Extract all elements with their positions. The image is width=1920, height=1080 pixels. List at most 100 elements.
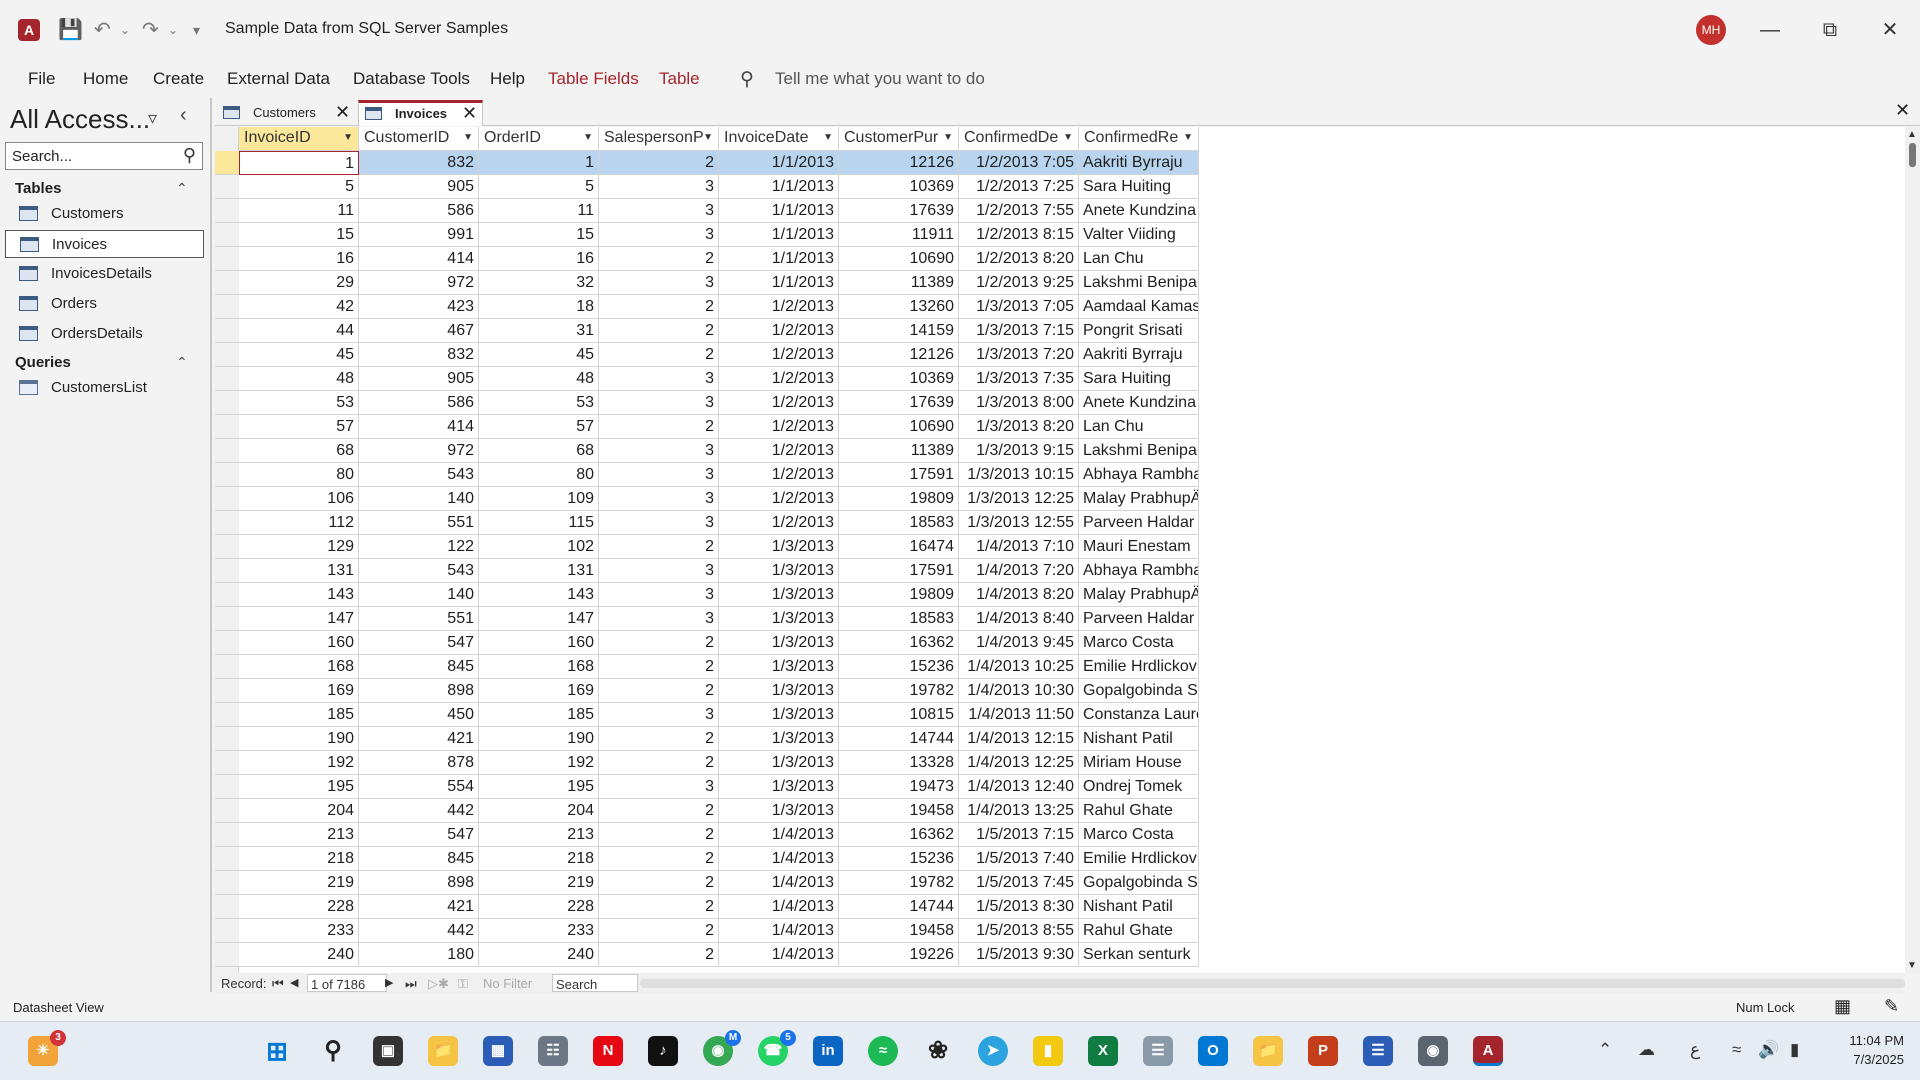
table-cell[interactable]: 421 xyxy=(359,727,479,751)
table-cell[interactable]: 12126 xyxy=(839,151,959,175)
record-selector[interactable] xyxy=(215,223,239,247)
column-dropdown-icon[interactable]: ▼ xyxy=(943,132,953,143)
telegram-icon[interactable]: ➤ xyxy=(978,1036,1008,1066)
table-cell[interactable]: 1/1/2013 xyxy=(719,151,839,175)
table-cell[interactable]: 1/3/2013 7:20 xyxy=(959,343,1079,367)
record-selector[interactable] xyxy=(215,775,239,799)
table-cell[interactable]: 1/3/2013 xyxy=(719,679,839,703)
table-cell[interactable]: 233 xyxy=(239,919,359,943)
table-cell[interactable]: 204 xyxy=(239,799,359,823)
table-cell[interactable]: 169 xyxy=(479,679,599,703)
record-selector[interactable] xyxy=(215,511,239,535)
table-cell[interactable]: 1 xyxy=(479,151,599,175)
previous-record-icon[interactable]: ◀ xyxy=(290,976,298,989)
table-cell[interactable]: 109 xyxy=(479,487,599,511)
table-cell[interactable]: 11389 xyxy=(839,439,959,463)
table-cell[interactable]: 2 xyxy=(599,751,719,775)
table-cell[interactable]: 3 xyxy=(599,367,719,391)
table-cell[interactable]: Rahul Ghate xyxy=(1079,799,1199,823)
table-cell[interactable]: 80 xyxy=(479,463,599,487)
table-cell[interactable]: 168 xyxy=(479,655,599,679)
record-selector[interactable] xyxy=(215,319,239,343)
wifi-icon[interactable]: ≈ xyxy=(1732,1040,1741,1060)
record-selector[interactable] xyxy=(215,871,239,895)
table-cell[interactable]: 1/2/2013 9:25 xyxy=(959,271,1079,295)
table-cell[interactable]: Nishant Patil xyxy=(1079,895,1199,919)
store-icon[interactable]: ▦ xyxy=(483,1036,513,1066)
table-cell[interactable]: 1/4/2013 7:20 xyxy=(959,559,1079,583)
table-cell[interactable]: 195 xyxy=(239,775,359,799)
table-cell[interactable]: 11 xyxy=(479,199,599,223)
last-record-icon[interactable]: ⏭ xyxy=(405,976,417,992)
table-cell[interactable]: 991 xyxy=(359,223,479,247)
table-cell[interactable]: 240 xyxy=(239,943,359,967)
table-cell[interactable]: 1/2/2013 7:05 xyxy=(959,151,1079,175)
table-cell[interactable]: 17591 xyxy=(839,559,959,583)
table-cell[interactable]: 13328 xyxy=(839,751,959,775)
table-cell[interactable]: 2 xyxy=(599,943,719,967)
ribbon-tab-home[interactable]: Home xyxy=(83,69,128,89)
table-cell[interactable]: 240 xyxy=(479,943,599,967)
table-cell[interactable]: 1/4/2013 10:25 xyxy=(959,655,1079,679)
table-cell[interactable]: 2 xyxy=(599,151,719,175)
customize-qat-icon[interactable]: ▾ xyxy=(193,18,200,42)
table-cell[interactable]: 131 xyxy=(479,559,599,583)
table-cell[interactable]: 3 xyxy=(599,271,719,295)
table-cell[interactable]: Sara Huiting xyxy=(1079,367,1199,391)
camera-icon[interactable]: ◉ xyxy=(1418,1036,1448,1066)
battery-icon[interactable]: ▮ xyxy=(1790,1040,1799,1060)
table-cell[interactable]: 213 xyxy=(239,823,359,847)
col-invoicedate-header[interactable]: InvoiceDate ▼ xyxy=(719,127,839,151)
nav-item-customerslist[interactable]: CustomersList xyxy=(5,374,204,402)
table-cell[interactable]: 48 xyxy=(239,367,359,391)
table-cell[interactable]: 190 xyxy=(239,727,359,751)
table-cell[interactable]: 1/4/2013 xyxy=(719,847,839,871)
user-avatar[interactable]: MH xyxy=(1696,15,1726,45)
table-cell[interactable]: 45 xyxy=(239,343,359,367)
table-cell[interactable]: 2 xyxy=(599,319,719,343)
table-cell[interactable]: 19458 xyxy=(839,919,959,943)
table-cell[interactable]: Mauri Enestam xyxy=(1079,535,1199,559)
nav-item-orders[interactable]: Orders xyxy=(5,290,204,318)
table-cell[interactable]: 1/5/2013 7:15 xyxy=(959,823,1079,847)
table-cell[interactable]: 228 xyxy=(479,895,599,919)
table-cell[interactable]: Valter Viiding xyxy=(1079,223,1199,247)
table-cell[interactable]: 19458 xyxy=(839,799,959,823)
redo-dropdown-icon[interactable]: ⌄ xyxy=(168,18,178,42)
record-selector[interactable] xyxy=(215,943,239,967)
table-cell[interactable]: Anete Kundzina xyxy=(1079,199,1199,223)
table-cell[interactable]: 45 xyxy=(479,343,599,367)
table-cell[interactable]: 18 xyxy=(479,295,599,319)
table-cell[interactable]: 3 xyxy=(599,775,719,799)
table-cell[interactable]: 218 xyxy=(479,847,599,871)
table-cell[interactable]: 551 xyxy=(359,511,479,535)
table-cell[interactable]: 10369 xyxy=(839,367,959,391)
new-record-icon[interactable]: ▷✱ xyxy=(428,976,449,992)
search-icon[interactable]: ⚲ xyxy=(183,145,196,166)
table-cell[interactable]: 219 xyxy=(239,871,359,895)
table-cell[interactable]: 12126 xyxy=(839,343,959,367)
nav-item-ordersdetails[interactable]: OrdersDetails xyxy=(5,320,204,348)
table-cell[interactable]: Aakriti Byrraju xyxy=(1079,343,1199,367)
collapse-queries-icon[interactable]: ⌃ xyxy=(176,354,188,371)
nav-pane-menu-icon[interactable]: ▿ xyxy=(148,108,157,129)
table-cell[interactable]: 543 xyxy=(359,559,479,583)
column-dropdown-icon[interactable]: ▼ xyxy=(463,132,473,143)
system-clock[interactable]: 11:04 PM 7/3/2025 xyxy=(1832,1031,1904,1069)
record-selector[interactable] xyxy=(215,271,239,295)
table-cell[interactable]: Malay PrabhupÄ xyxy=(1079,487,1199,511)
table-cell[interactable]: 1/3/2013 7:15 xyxy=(959,319,1079,343)
table-cell[interactable]: 1/4/2013 xyxy=(719,895,839,919)
table-cell[interactable]: 190 xyxy=(479,727,599,751)
table-cell[interactable]: Aamdaal Kamas xyxy=(1079,295,1199,319)
table-cell[interactable]: 1/3/2013 10:15 xyxy=(959,463,1079,487)
table-cell[interactable]: Emilie Hrdlickov xyxy=(1079,655,1199,679)
table-cell[interactable]: 878 xyxy=(359,751,479,775)
table-cell[interactable]: 160 xyxy=(479,631,599,655)
table-cell[interactable]: 15236 xyxy=(839,655,959,679)
table-cell[interactable]: 1/2/2013 xyxy=(719,319,839,343)
table-cell[interactable]: 1/3/2013 xyxy=(719,607,839,631)
table-cell[interactable]: 1/2/2013 7:55 xyxy=(959,199,1079,223)
file-explorer-icon[interactable]: 📁 xyxy=(428,1036,458,1066)
table-cell[interactable]: 160 xyxy=(239,631,359,655)
